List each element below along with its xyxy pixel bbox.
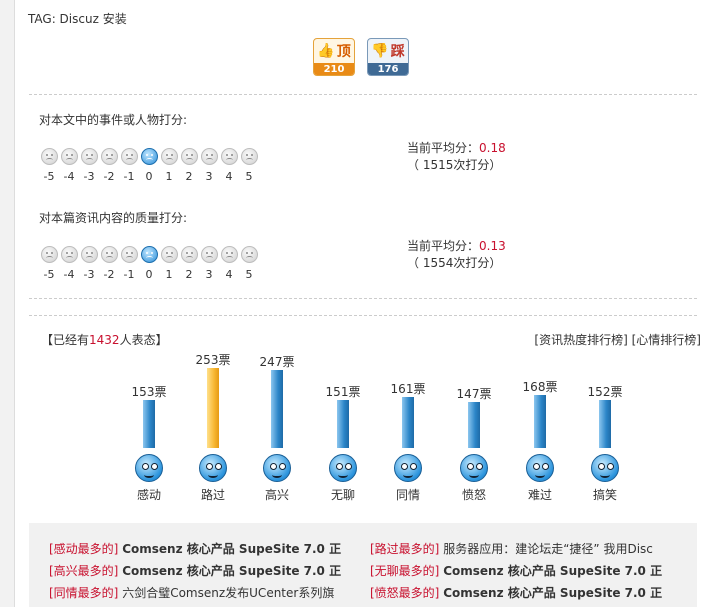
mood-category: [同情最多的] <box>49 586 119 600</box>
top-links-right: [路过最多的] 服务器应用：建论坛走“捷径” 我用Disc [无聊最多的] Com… <box>370 538 692 604</box>
mood-name: 感动 <box>136 488 161 502</box>
mood-emoticon-icon[interactable] <box>135 454 163 482</box>
top-mood-link[interactable]: [同情最多的] 六剑合璧Comsenz发布UCenter系列旗 <box>49 582 349 604</box>
mood-item: 152票搞笑 <box>577 0 633 520</box>
mood-item: 147票愤怒 <box>446 0 502 520</box>
mood-vote-count: 253票 <box>195 353 231 367</box>
mood-vote-count: 247票 <box>259 355 295 369</box>
article-title: 六剑合璧Comsenz发布UCenter系列旗 <box>122 586 335 600</box>
mood-item: 151票无聊 <box>315 0 371 520</box>
top-mood-link[interactable]: [高兴最多的] Comsenz 核心产品 SupeSite 7.0 正 <box>49 560 349 582</box>
mood-vote-bar <box>207 368 219 448</box>
top-mood-link[interactable]: [无聊最多的] Comsenz 核心产品 SupeSite 7.0 正 <box>370 560 692 582</box>
article-title: Comsenz 核心产品 SupeSite 7.0 正 <box>122 542 342 556</box>
mood-name: 无聊 <box>330 488 355 502</box>
article-title: 服务器应用：建论坛走“捷径” 我用Disc <box>443 542 653 556</box>
mood-emoticon-icon[interactable] <box>199 454 227 482</box>
article-title: Comsenz 核心产品 SupeSite 7.0 正 <box>443 564 663 578</box>
mood-category: [无聊最多的] <box>370 564 440 578</box>
article-title: Comsenz 核心产品 SupeSite 7.0 正 <box>122 564 342 578</box>
top-mood-link[interactable]: [路过最多的] 服务器应用：建论坛走“捷径” 我用Disc <box>370 538 692 560</box>
mood-category: [感动最多的] <box>49 542 119 556</box>
mood-emoticon-icon[interactable] <box>591 454 619 482</box>
top-links-left: [感动最多的] Comsenz 核心产品 SupeSite 7.0 正 [高兴最多… <box>49 538 349 604</box>
mood-vote-count: 152票 <box>587 385 623 399</box>
mood-vote-count: 161票 <box>390 382 426 396</box>
mood-vote-bar <box>337 400 349 448</box>
mood-vote-bar <box>143 400 155 448</box>
mood-emoticon-icon[interactable] <box>329 454 357 482</box>
mood-category: [路过最多的] <box>370 542 440 556</box>
mood-item: 168票难过 <box>512 0 568 520</box>
mood-item: 161票同情 <box>380 0 436 520</box>
top-mood-link[interactable]: [愤怒最多的] Comsenz 核心产品 SupeSite 7.0 正 <box>370 582 692 604</box>
article-footer-panel: TAG: Discuz 安装 👍 顶 210 👎 踩 176 对本文中的事件或人物打… <box>14 0 711 607</box>
mood-category: [高兴最多的] <box>49 564 119 578</box>
top-mood-link[interactable]: [感动最多的] Comsenz 核心产品 SupeSite 7.0 正 <box>49 538 349 560</box>
mood-name: 路过 <box>200 488 225 502</box>
mood-item: 153票感动 <box>121 0 177 520</box>
mood-emoticon-icon[interactable] <box>526 454 554 482</box>
mood-vote-count: 151票 <box>325 385 361 399</box>
mood-vote-count: 168票 <box>522 380 558 394</box>
article-title: Comsenz 核心产品 SupeSite 7.0 正 <box>443 586 663 600</box>
mood-vote-chart: 153票 感动 253票 路过 247票 高兴 151票 无聊 161票 同情 147票 愤怒 168票… <box>15 0 711 520</box>
mood-vote-count: 147票 <box>456 387 492 401</box>
mood-category: [愤怒最多的] <box>370 586 440 600</box>
mood-vote-bar <box>534 395 546 448</box>
top-mood-articles: [感动最多的] Comsenz 核心产品 SupeSite 7.0 正 [高兴最多… <box>29 523 697 607</box>
mood-emoticon-icon[interactable] <box>263 454 291 482</box>
mood-name: 同情 <box>395 488 420 502</box>
mood-vote-bar <box>468 402 480 448</box>
mood-name: 高兴 <box>264 488 289 502</box>
mood-vote-bar <box>402 397 414 448</box>
mood-name: 难过 <box>527 488 552 502</box>
mood-emoticon-icon[interactable] <box>460 454 488 482</box>
mood-vote-count: 153票 <box>131 385 167 399</box>
mood-name: 搞笑 <box>592 488 617 502</box>
mood-emoticon-icon[interactable] <box>394 454 422 482</box>
mood-vote-bar <box>271 370 283 448</box>
mood-vote-bar <box>599 400 611 448</box>
mood-item: 247票高兴 <box>249 0 305 520</box>
mood-item: 253票路过 <box>185 0 241 520</box>
mood-name: 愤怒 <box>461 488 486 502</box>
